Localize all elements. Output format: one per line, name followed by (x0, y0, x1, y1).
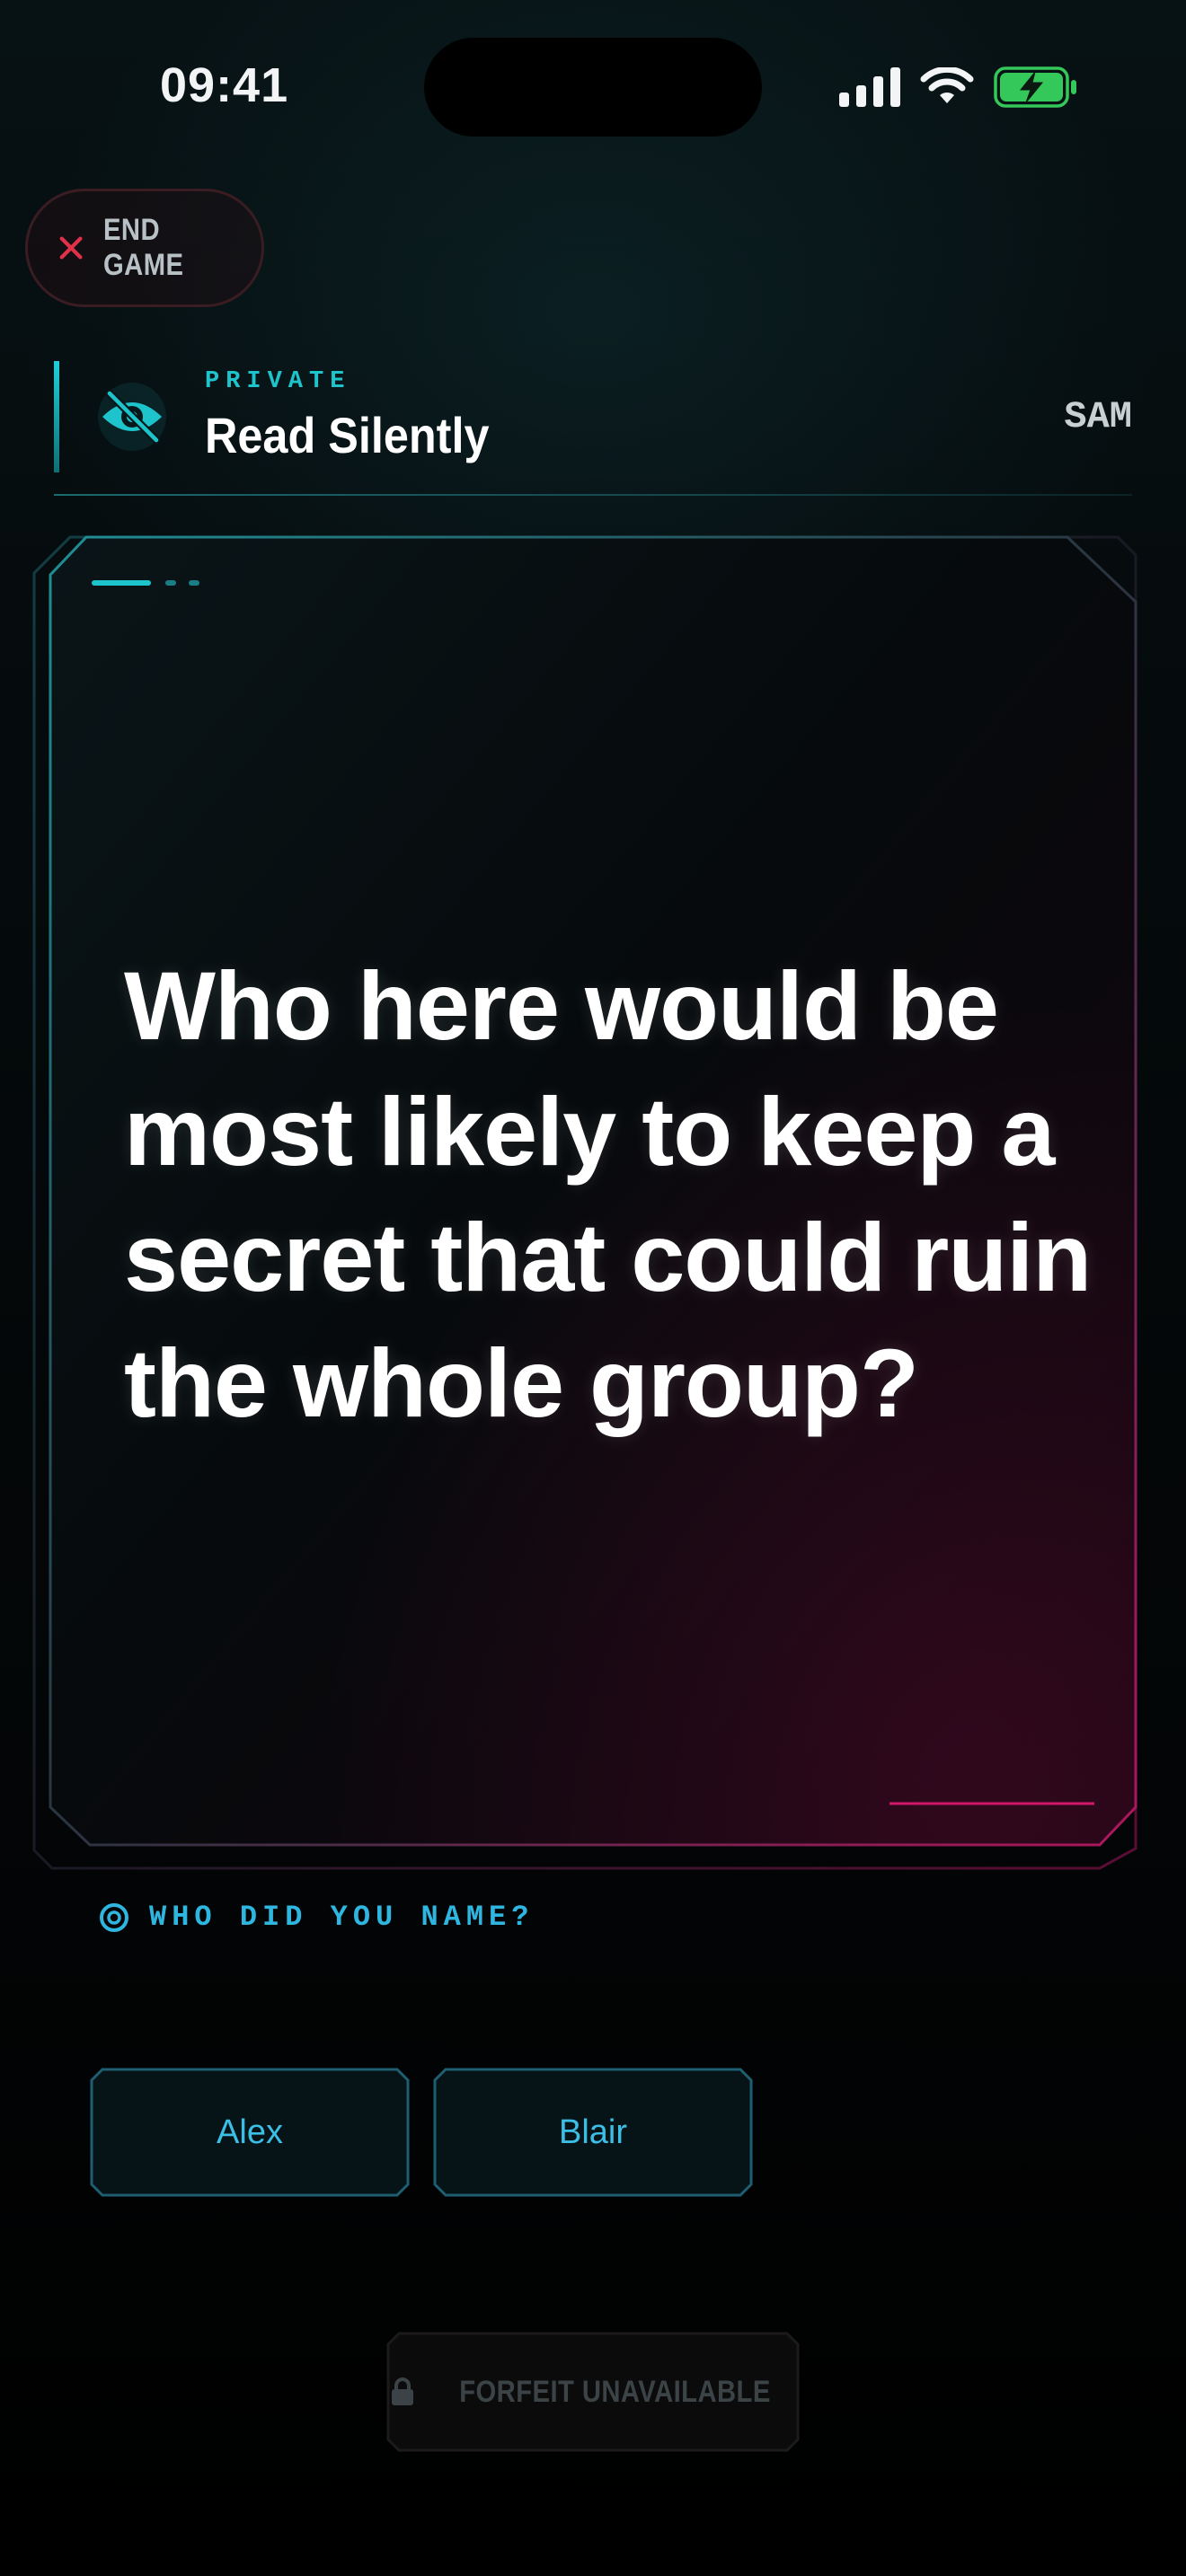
choice-button-blair[interactable]: Blair (433, 2068, 753, 2197)
question-text: Who here would be most likely to keep a … (124, 951, 1092, 1437)
forfeit-button[interactable]: FORFEIT UNAVAILABLE (386, 2332, 800, 2452)
choice-button-alex[interactable]: Alex (90, 2068, 410, 2197)
forfeit-label: FORFEIT UNAVAILABLE (458, 2374, 771, 2409)
answer-prompt: WHO DID YOU NAME? (99, 1901, 534, 1934)
target-icon (100, 1902, 128, 1932)
lock-icon (391, 2378, 413, 2405)
choice-label: Alex (217, 2113, 283, 2151)
answer-prompt-label: WHO DID YOU NAME? (149, 1901, 535, 1934)
choice-label: Blair (558, 2113, 628, 2151)
